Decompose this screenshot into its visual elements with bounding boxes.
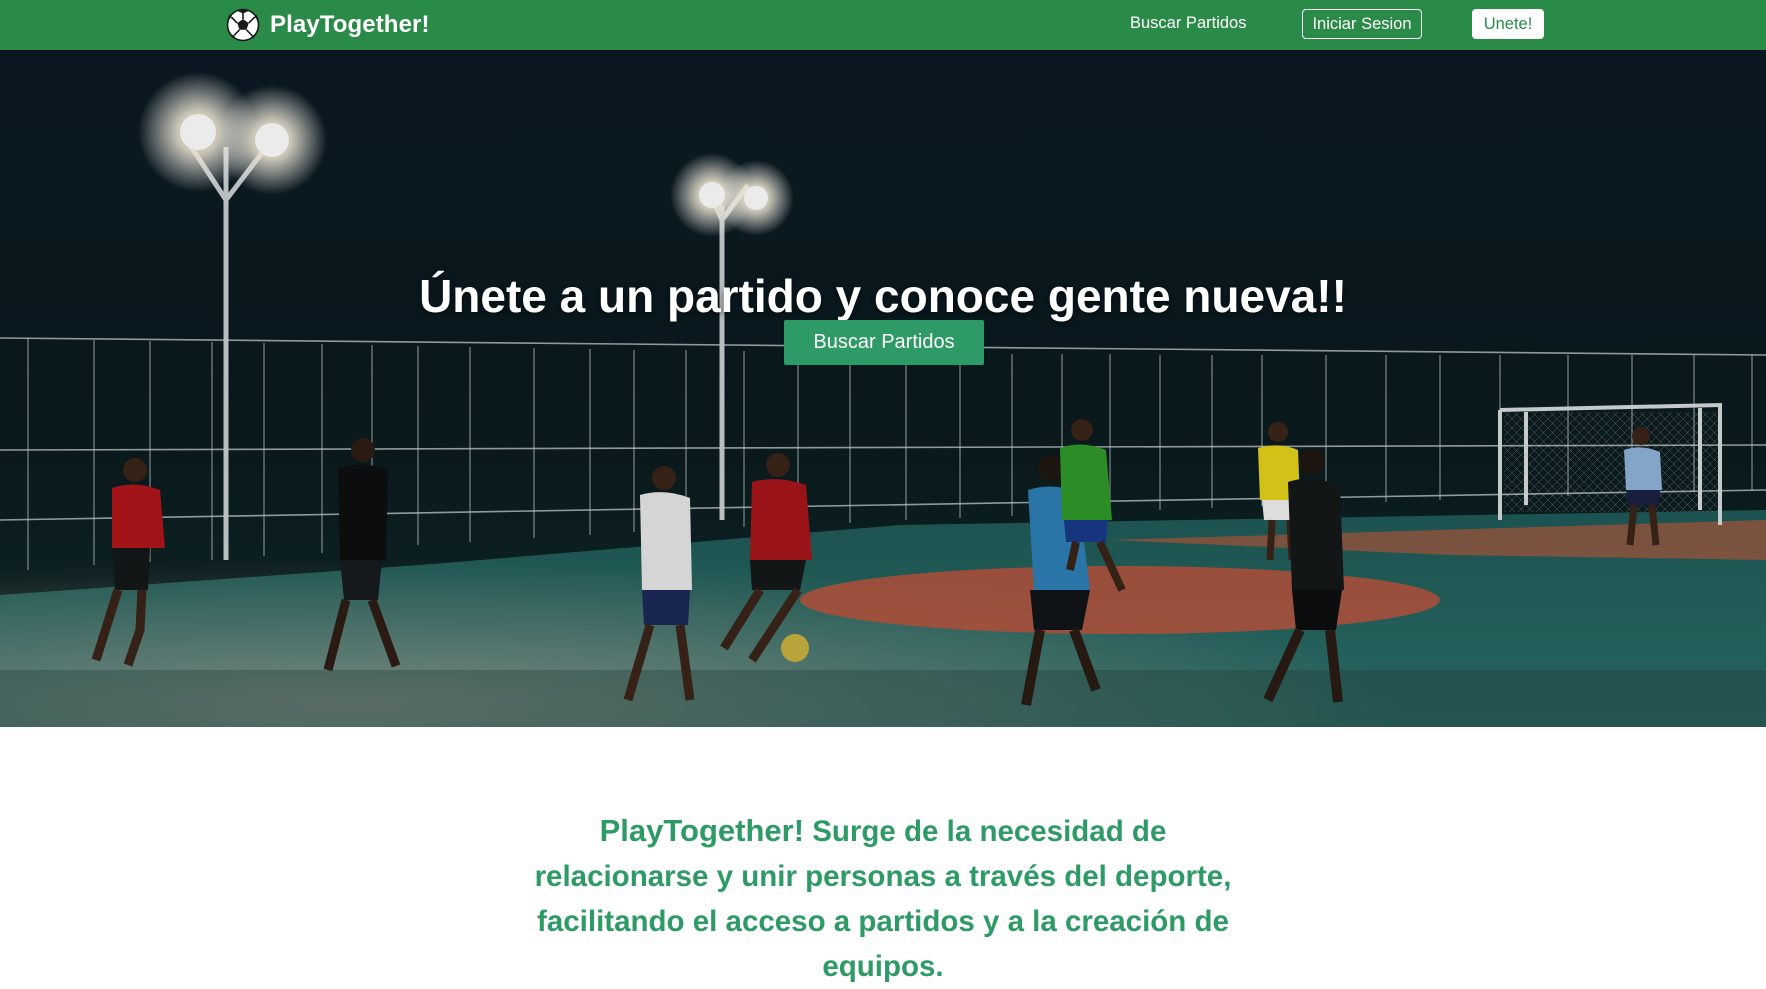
about-brand-name: PlayTogether! (599, 813, 805, 848)
login-button[interactable]: Iniciar Sesion (1302, 9, 1422, 39)
top-navbar: PlayTogether! Buscar Partidos Iniciar Se… (0, 0, 1766, 50)
signup-button[interactable]: Unete! (1472, 9, 1544, 39)
brand-logo[interactable]: PlayTogether! (226, 6, 430, 44)
soccer-ball-icon (226, 8, 260, 42)
hero-background-image (0, 50, 1766, 727)
hero-search-matches-button[interactable]: Buscar Partidos (784, 320, 984, 365)
hero-title: Únete a un partido y conoce gente nueva!… (419, 269, 1347, 322)
nav-link-buscar-partidos[interactable]: Buscar Partidos (1130, 14, 1246, 33)
brand-name: PlayTogether! (270, 11, 430, 38)
about-section: PlayTogether! Surge de la necesidad de r… (520, 808, 1246, 989)
hero-section: Únete a un partido y conoce gente nueva!… (0, 50, 1766, 727)
